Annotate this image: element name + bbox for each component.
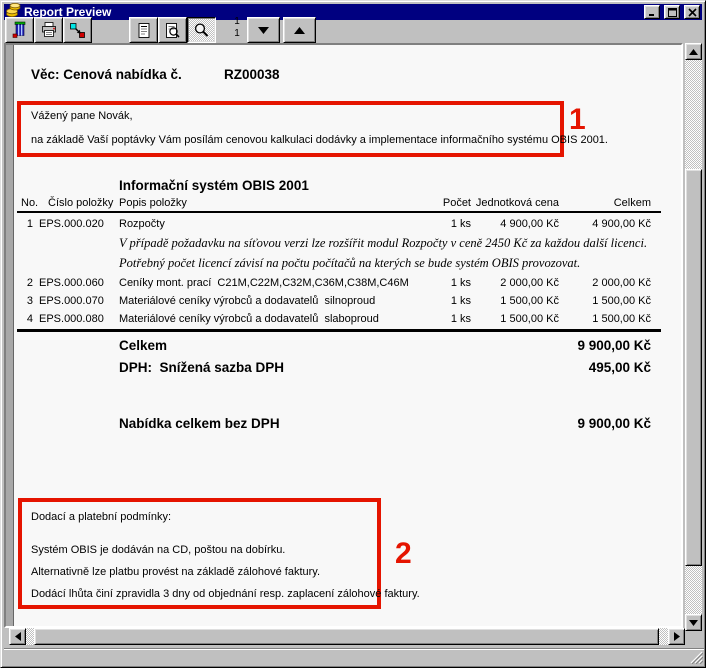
status-bar (4, 648, 704, 665)
resize-grip[interactable] (690, 651, 703, 664)
zoom-button[interactable] (187, 17, 216, 43)
scroll-down-button[interactable] (685, 614, 702, 631)
exit-button[interactable] (5, 17, 34, 43)
hscroll-track-left[interactable] (26, 628, 34, 645)
hscroll-track-right[interactable] (659, 628, 668, 645)
scroll-up-button[interactable] (685, 43, 702, 60)
export-button[interactable] (63, 17, 92, 43)
horizontal-scrollbar[interactable] (9, 628, 685, 645)
window-title: Report Preview (24, 4, 640, 20)
page-view-button[interactable] (129, 17, 158, 43)
page-indicator: 1 1 (229, 16, 245, 40)
exit-door-icon (11, 21, 28, 39)
scroll-left-arrow-icon (15, 632, 21, 641)
scroll-left-button[interactable] (9, 628, 26, 645)
scroll-right-button[interactable] (668, 628, 685, 645)
print-button[interactable] (34, 17, 63, 43)
minimize-button[interactable] (644, 5, 660, 19)
report-page (13, 45, 681, 626)
arrow-down-icon (256, 25, 271, 36)
page-down-button[interactable] (247, 17, 280, 43)
report-preview-window: Report Preview (0, 0, 706, 668)
export-icon (69, 22, 86, 39)
arrow-up-icon (292, 25, 307, 36)
zoom-page-button[interactable] (158, 17, 187, 43)
page-icon (136, 22, 152, 39)
vscroll-thumb[interactable] (685, 169, 702, 566)
page-current: 1 (229, 16, 245, 28)
page-magnifier-icon (164, 22, 181, 39)
vscroll-track-top[interactable] (685, 60, 702, 169)
page-up-button[interactable] (283, 17, 316, 43)
hscroll-thumb[interactable] (34, 628, 659, 645)
vertical-scrollbar[interactable] (685, 43, 702, 631)
maximize-button[interactable] (664, 5, 680, 19)
scroll-down-arrow-icon (689, 620, 698, 626)
vscroll-track-bottom[interactable] (685, 566, 702, 614)
close-button[interactable] (684, 5, 700, 19)
scroll-up-arrow-icon (689, 49, 698, 55)
page-total: 1 (229, 28, 245, 40)
titlebar[interactable]: Report Preview (4, 4, 702, 20)
scroll-right-arrow-icon (674, 632, 680, 641)
report-viewport (4, 43, 683, 628)
magnifier-icon (193, 22, 210, 39)
printer-icon (40, 21, 58, 39)
